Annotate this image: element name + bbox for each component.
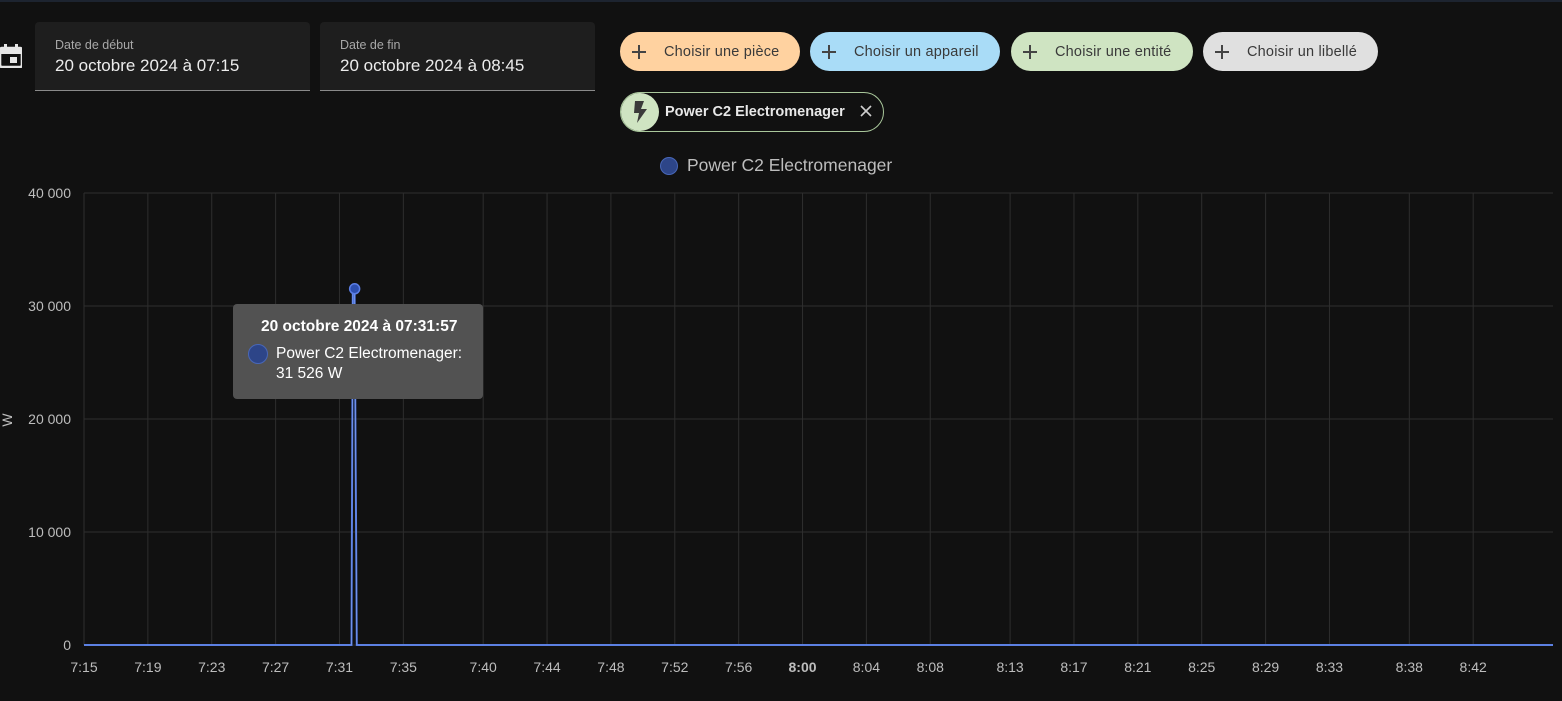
x-tick-label: 8:17: [1060, 659, 1087, 675]
x-tick-label: 8:00: [789, 659, 817, 675]
choose-area-button[interactable]: Choisir une pièce: [620, 32, 800, 71]
y-tick-label: 10 000: [28, 524, 71, 540]
history-chart[interactable]: 0 10 000 20 000 30 000 40 000 7:15 7:19 7:23 7:2…: [0, 180, 1562, 701]
end-date-field[interactable]: Date de fin 20 octobre 2024 à 08:45: [320, 22, 595, 91]
tooltip-series-label: Power C2 Electromenager:: [276, 345, 463, 362]
end-date-value[interactable]: 20 octobre 2024 à 08:45: [340, 56, 524, 76]
x-tick-label: 7:40: [470, 659, 497, 675]
x-tick-label: 7:44: [533, 659, 560, 675]
plus-icon: [1023, 44, 1037, 59]
choose-entity-label: Choisir une entité: [1055, 43, 1172, 60]
x-tick-label: 7:27: [262, 659, 289, 675]
tooltip-title: 20 octobre 2024 à 07:31:57: [261, 318, 458, 335]
x-tick-label: 8:08: [917, 659, 944, 675]
x-tick-label: 7:56: [725, 659, 752, 675]
start-date-field[interactable]: Date de début 20 octobre 2024 à 07:15: [35, 22, 310, 91]
x-tick-label: 7:35: [390, 659, 417, 675]
x-tick-label: 8:42: [1460, 659, 1487, 675]
x-tick-label: 8:13: [996, 659, 1023, 675]
start-date-label: Date de début: [55, 38, 134, 52]
x-tick-label: 7:23: [198, 659, 225, 675]
selected-entity-chip[interactable]: Power C2 Electromenager: [620, 92, 884, 132]
x-tick-label: 8:33: [1316, 659, 1343, 675]
choose-device-button[interactable]: Choisir un appareil: [810, 32, 1000, 71]
calendar-icon[interactable]: [0, 44, 22, 68]
choose-entity-button[interactable]: Choisir une entité: [1011, 32, 1193, 71]
x-tick-label: 8:04: [853, 659, 880, 675]
y-axis-label: W: [0, 413, 15, 427]
choose-area-label: Choisir une pièce: [664, 43, 780, 60]
plus-icon: [822, 44, 836, 59]
x-tick-label: 7:19: [134, 659, 161, 675]
x-tick-label: 8:25: [1188, 659, 1215, 675]
selected-entity-name: Power C2 Electromenager: [665, 104, 845, 120]
choose-label-label: Choisir un libellé: [1247, 43, 1357, 60]
top-border: [0, 0, 1562, 2]
x-tick-label: 8:38: [1396, 659, 1423, 675]
start-date-value[interactable]: 20 octobre 2024 à 07:15: [55, 56, 239, 76]
x-tick-label: 7:15: [70, 659, 97, 675]
tooltip-value: 31 526 W: [276, 365, 343, 382]
x-tick-label: 7:48: [597, 659, 624, 675]
x-tick-label: 8:21: [1124, 659, 1151, 675]
x-tick-label: 8:29: [1252, 659, 1279, 675]
data-point-marker: [348, 283, 361, 295]
y-tick-label: 20 000: [28, 411, 71, 427]
choose-device-label: Choisir un appareil: [854, 43, 979, 60]
plus-icon: [632, 44, 646, 59]
plus-icon: [1215, 44, 1229, 59]
y-tick-label: 0: [63, 637, 71, 653]
x-tick-label: 7:31: [326, 659, 353, 675]
choose-label-button[interactable]: Choisir un libellé: [1203, 32, 1378, 71]
close-icon[interactable]: [859, 104, 873, 118]
legend-label: Power C2 Electromenager: [687, 155, 893, 175]
y-tick-label: 30 000: [28, 298, 71, 314]
tooltip-series-marker: [248, 344, 268, 364]
y-tick-label: 40 000: [28, 185, 71, 201]
end-date-label: Date de fin: [340, 38, 401, 52]
chart-tooltip: 20 octobre 2024 à 07:31:57 Power C2 Elec…: [233, 304, 483, 399]
chart-legend[interactable]: Power C2 Electromenager: [660, 155, 892, 176]
x-tick-label: 7:52: [661, 659, 688, 675]
flash-icon: [621, 93, 659, 131]
legend-marker: [660, 156, 678, 175]
